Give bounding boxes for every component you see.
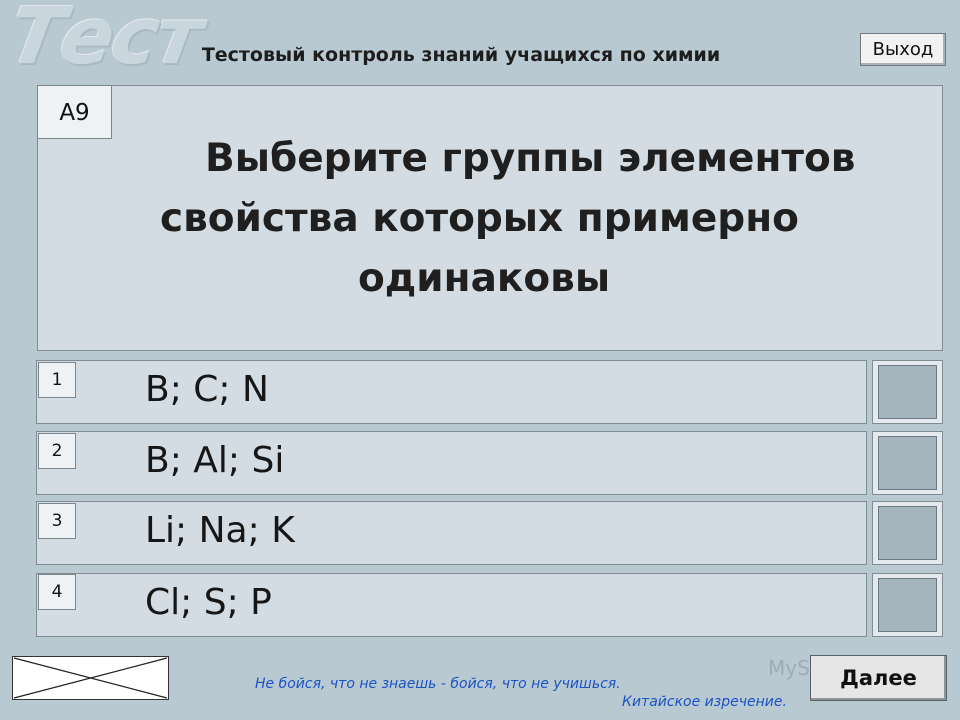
answer-row-3[interactable]: Li; Na; K: [36, 501, 867, 565]
answer-row-2[interactable]: B; Al; Si: [36, 431, 867, 495]
answer-row-4[interactable]: Cl; S; P: [36, 573, 867, 637]
page-title: Тестовый контроль знаний учащихся по хим…: [201, 44, 721, 66]
answer-checkbox-4[interactable]: [872, 573, 943, 637]
answer-number-1: 1: [38, 362, 76, 398]
answer-checkbox-1[interactable]: [872, 360, 943, 424]
clear-answer-button[interactable]: [12, 656, 169, 700]
answer-checkbox-3[interactable]: [872, 501, 943, 565]
question-text-line-2: свойства которых примерно: [160, 196, 799, 241]
answer-number-2: 2: [38, 433, 76, 469]
proverb-source: Китайское изречение.: [622, 694, 787, 710]
proverb-text: Не бойся, что не знаешь - бойся, что не …: [255, 676, 621, 692]
question-number: А9: [37, 85, 112, 139]
checkbox-square: [878, 436, 937, 490]
checkbox-square: [878, 506, 937, 560]
answer-text-2: B; Al; Si: [145, 440, 285, 481]
answer-number-4: 4: [38, 574, 76, 610]
answer-row-1[interactable]: B; C; N: [36, 360, 867, 424]
question-text-line-3: одинаковы: [358, 256, 611, 301]
cross-icon: [13, 657, 168, 699]
answer-number-3: 3: [38, 503, 76, 539]
answer-text-3: Li; Na; K: [145, 510, 295, 551]
checkbox-square: [878, 578, 937, 632]
exit-button[interactable]: Выход: [860, 33, 946, 66]
test-logo: Тест: [2, 0, 208, 82]
answer-checkbox-2[interactable]: [872, 431, 943, 495]
question-text-line-1: Выберите группы элементов: [205, 136, 856, 181]
next-button[interactable]: Далее: [810, 655, 947, 701]
answer-text-1: B; C; N: [145, 369, 269, 410]
checkbox-square: [878, 365, 937, 419]
answer-text-4: Cl; S; P: [145, 582, 272, 623]
